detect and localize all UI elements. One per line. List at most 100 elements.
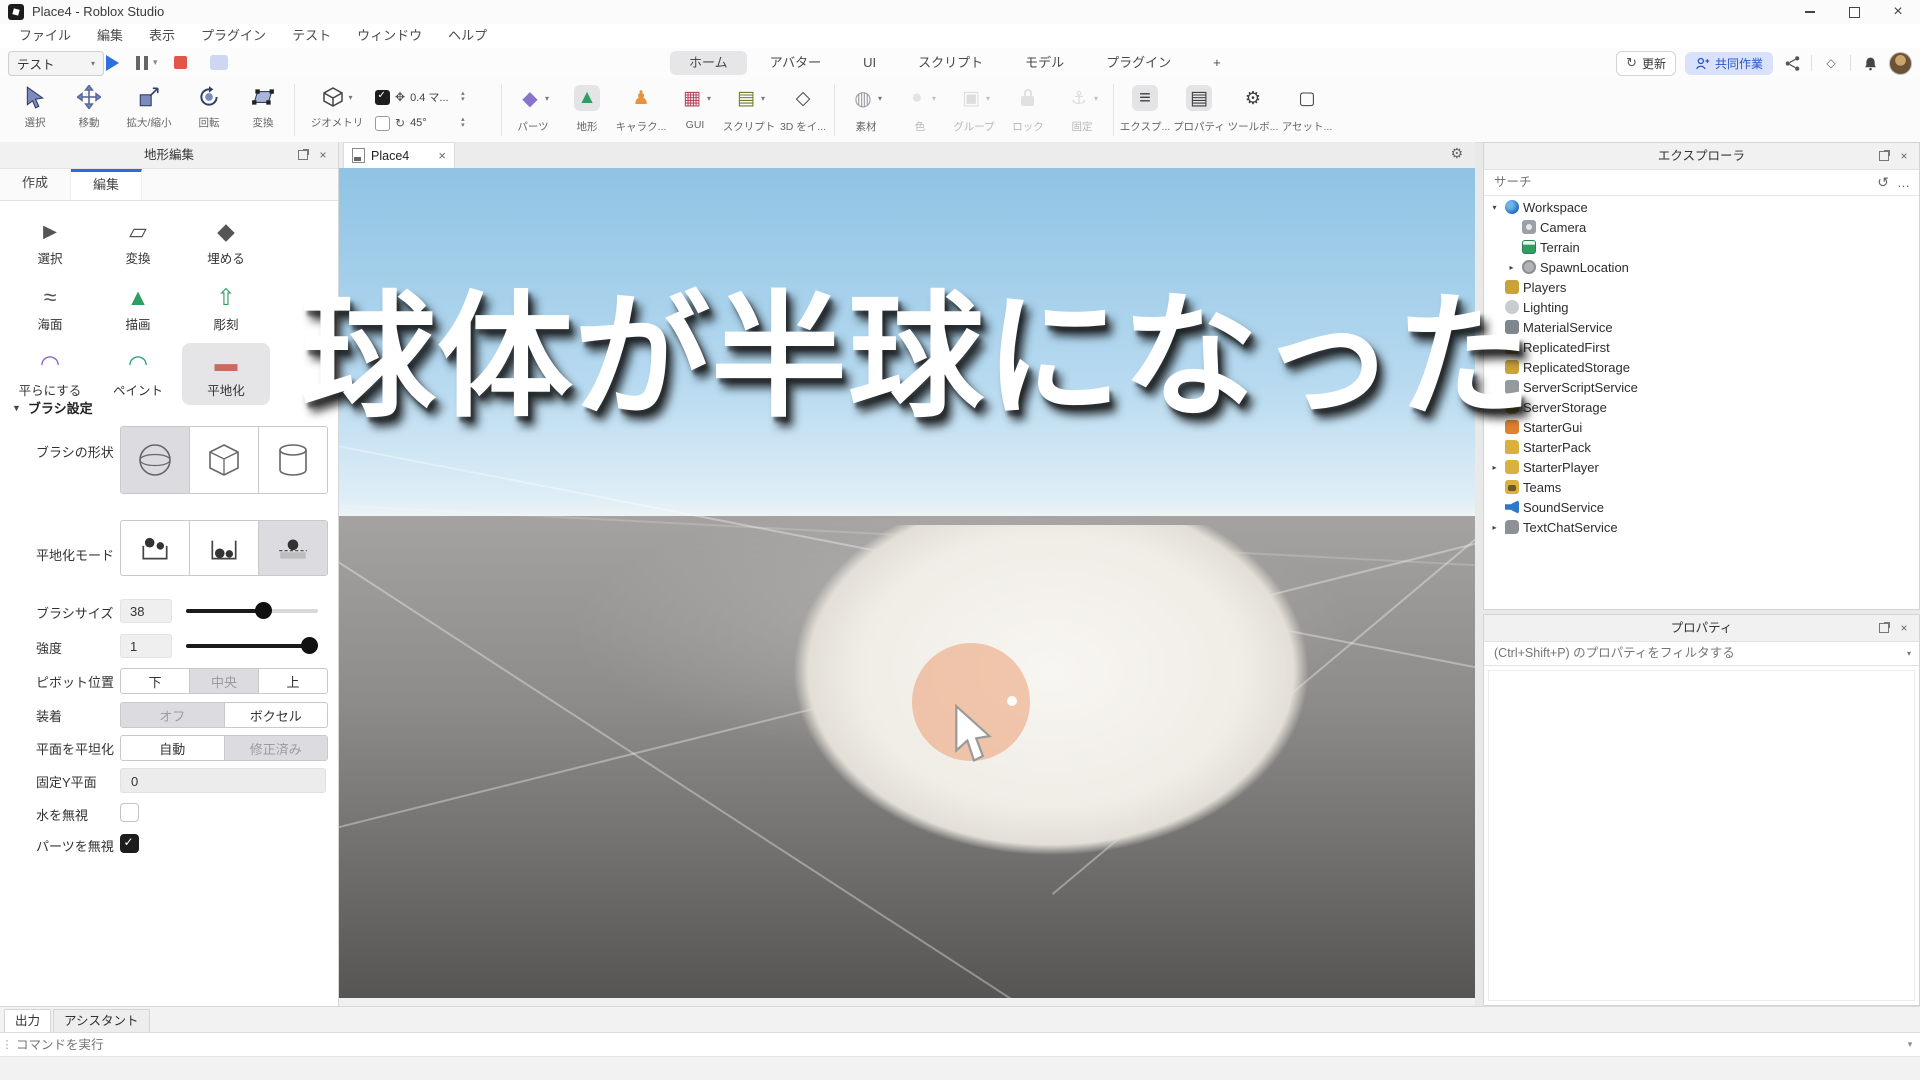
expand-arrow-icon[interactable]: ▸	[1505, 263, 1518, 272]
plane-auto[interactable]: 自動	[121, 736, 224, 760]
capture-button[interactable]	[210, 55, 228, 70]
terrain-tab-create[interactable]: 作成	[0, 169, 71, 200]
tree-item[interactable]: MaterialService	[1484, 317, 1919, 337]
ribbon-character-button[interactable]: ▾ キャラク...	[614, 78, 668, 142]
terrain-tab-edit[interactable]: 編集	[71, 169, 142, 200]
menu-item[interactable]: ヘルプ	[435, 24, 500, 48]
tab-avatar[interactable]: アバター	[751, 51, 840, 75]
float-panel-icon[interactable]	[1877, 149, 1891, 163]
tab-ui[interactable]: UI	[844, 51, 895, 75]
stop-button[interactable]	[174, 56, 187, 69]
snap-rotate-value[interactable]: 45°	[410, 117, 456, 129]
notifications-bell-icon[interactable]	[1860, 53, 1880, 73]
float-panel-icon[interactable]	[1877, 621, 1891, 635]
terrain-tool-sculpt[interactable]: ⇧ 彫刻	[182, 277, 270, 339]
tree-item[interactable]: SoundService	[1484, 497, 1919, 517]
smooth-mode-both[interactable]	[258, 521, 327, 575]
ribbon-color-button[interactable]: ▾ 色	[893, 78, 947, 142]
expand-arrow-icon[interactable]: ▸	[1488, 523, 1501, 532]
snap-rotate-stepper[interactable]: ▴▾	[461, 117, 465, 129]
terrain-tool-flatten[interactable]: ◠ 平らにする	[6, 343, 94, 405]
terrain-tool-draw[interactable]: ▲ 描画	[94, 277, 182, 339]
pause-button[interactable]	[136, 56, 148, 70]
snap-move-stepper[interactable]: ▴▾	[461, 91, 465, 103]
ribbon-parts-button[interactable]: ▾ パーツ	[506, 78, 560, 142]
float-panel-icon[interactable]	[296, 148, 310, 162]
transform-tool-button[interactable]: 変換	[236, 78, 290, 142]
ai-assistant-icon[interactable]	[1821, 53, 1841, 73]
tab-home[interactable]: ホーム	[670, 51, 747, 75]
ribbon-terrain-button[interactable]: ▾ 地形	[560, 78, 614, 142]
tree-item[interactable]: Teams	[1484, 477, 1919, 497]
scale-tool-button[interactable]: 拡大/縮小	[116, 78, 182, 142]
ignore-parts-checkbox[interactable]	[120, 834, 139, 853]
ribbon-lock-button[interactable]: ▾ ロック	[1001, 78, 1055, 142]
ribbon-material-button[interactable]: ▾ 素材	[839, 78, 893, 142]
expand-arrow-icon[interactable]: ▾	[1488, 203, 1501, 212]
expand-arrow-icon[interactable]: ▸	[1488, 463, 1501, 472]
tab-model[interactable]: モデル	[1006, 51, 1083, 75]
maximize-button[interactable]	[1832, 0, 1876, 24]
menu-item[interactable]: テスト	[279, 24, 344, 48]
history-icon[interactable]: ↺	[1877, 174, 1889, 191]
close-panel-icon[interactable]: ×	[1897, 149, 1911, 163]
menu-item[interactable]: プラグイン	[188, 24, 279, 48]
terrain-tool-select[interactable]: ► 選択	[6, 211, 94, 273]
smooth-mode-erode[interactable]	[121, 521, 189, 575]
strength-value[interactable]: 1	[120, 634, 172, 658]
snap-voxel[interactable]: ボクセル	[224, 703, 328, 727]
terrain-tool-smooth[interactable]: ▬ 平地化	[182, 343, 270, 405]
snap-move-value[interactable]: 0.4 マ...	[410, 89, 456, 105]
tree-item[interactable]: Camera	[1484, 217, 1919, 237]
assistant-tab[interactable]: アシスタント	[53, 1009, 150, 1032]
rotate-tool-button[interactable]: 回転	[182, 78, 236, 142]
ribbon-import3d-button[interactable]: ▾ 3D をイ...	[776, 78, 830, 142]
pivot-bottom[interactable]: 下	[121, 669, 189, 693]
menu-item[interactable]: 編集	[84, 24, 136, 48]
pause-options-caret[interactable]: ▾	[153, 57, 158, 68]
terrain-tool-transform[interactable]: ▱ 変換	[94, 211, 182, 273]
tree-item[interactable]: ReplicatedStorage	[1484, 357, 1919, 377]
explorer-search-input[interactable]	[1492, 174, 1869, 190]
tree-item[interactable]: ▸ TextChatService	[1484, 517, 1919, 537]
ribbon-toolbox-button[interactable]: ▾ ツールボ...	[1226, 78, 1280, 142]
close-button[interactable]	[1876, 0, 1920, 24]
update-button[interactable]: ↻ 更新	[1616, 51, 1676, 76]
brush-shape-sphere[interactable]	[121, 427, 189, 493]
close-panel-icon[interactable]: ×	[316, 148, 330, 162]
tree-item[interactable]: StarterPack	[1484, 437, 1919, 457]
tree-item[interactable]: ServerScriptService	[1484, 377, 1919, 397]
brush-size-slider[interactable]	[186, 599, 318, 623]
tree-item[interactable]: Players	[1484, 277, 1919, 297]
tab-plugin[interactable]: プラグイン	[1087, 51, 1190, 75]
user-avatar[interactable]	[1889, 52, 1912, 75]
tab-script[interactable]: スクリプト	[899, 51, 1002, 75]
geometry-dropdown[interactable]: ▾ ジオメトリ	[299, 78, 375, 142]
terrain-tool-fill[interactable]: ◆ 埋める	[182, 211, 270, 273]
terrain-tool-paint[interactable]: ◠ ペイント	[94, 343, 182, 405]
strength-slider[interactable]	[186, 634, 318, 658]
tree-item[interactable]: ▸ StarterPlayer	[1484, 457, 1919, 477]
tree-item[interactable]: ▸ SpawnLocation	[1484, 257, 1919, 277]
minimize-button[interactable]	[1788, 0, 1832, 24]
menu-item[interactable]: ファイル	[6, 24, 84, 48]
brush-shape-cylinder[interactable]	[258, 427, 327, 493]
brush-settings-header[interactable]: ▼ ブラシ設定	[12, 398, 93, 417]
ribbon-gui-button[interactable]: ▾ GUI	[668, 78, 722, 142]
collaborate-button[interactable]: 共同作業	[1685, 52, 1773, 75]
terrain-tool-sealevel[interactable]: ≈ 海面	[6, 277, 94, 339]
share-icon[interactable]	[1782, 53, 1802, 73]
chevron-down-icon[interactable]: ▾	[1900, 1039, 1920, 1050]
ignore-water-checkbox[interactable]	[120, 803, 139, 822]
menu-item[interactable]: ウィンドウ	[344, 24, 435, 48]
move-tool-button[interactable]: 移動	[62, 78, 116, 142]
tree-item[interactable]: ▾ Workspace	[1484, 197, 1919, 217]
brush-size-value[interactable]: 38	[120, 599, 172, 623]
output-tab[interactable]: 出力	[4, 1009, 51, 1032]
tree-item[interactable]: ServerStorage	[1484, 397, 1919, 417]
tree-item[interactable]: Lighting	[1484, 297, 1919, 317]
close-tab-icon[interactable]: ×	[438, 148, 446, 163]
more-options-icon[interactable]: …	[1897, 175, 1911, 190]
plane-fixed[interactable]: 修正済み	[224, 736, 328, 760]
fixed-y-plane-input[interactable]: 0	[120, 768, 326, 793]
